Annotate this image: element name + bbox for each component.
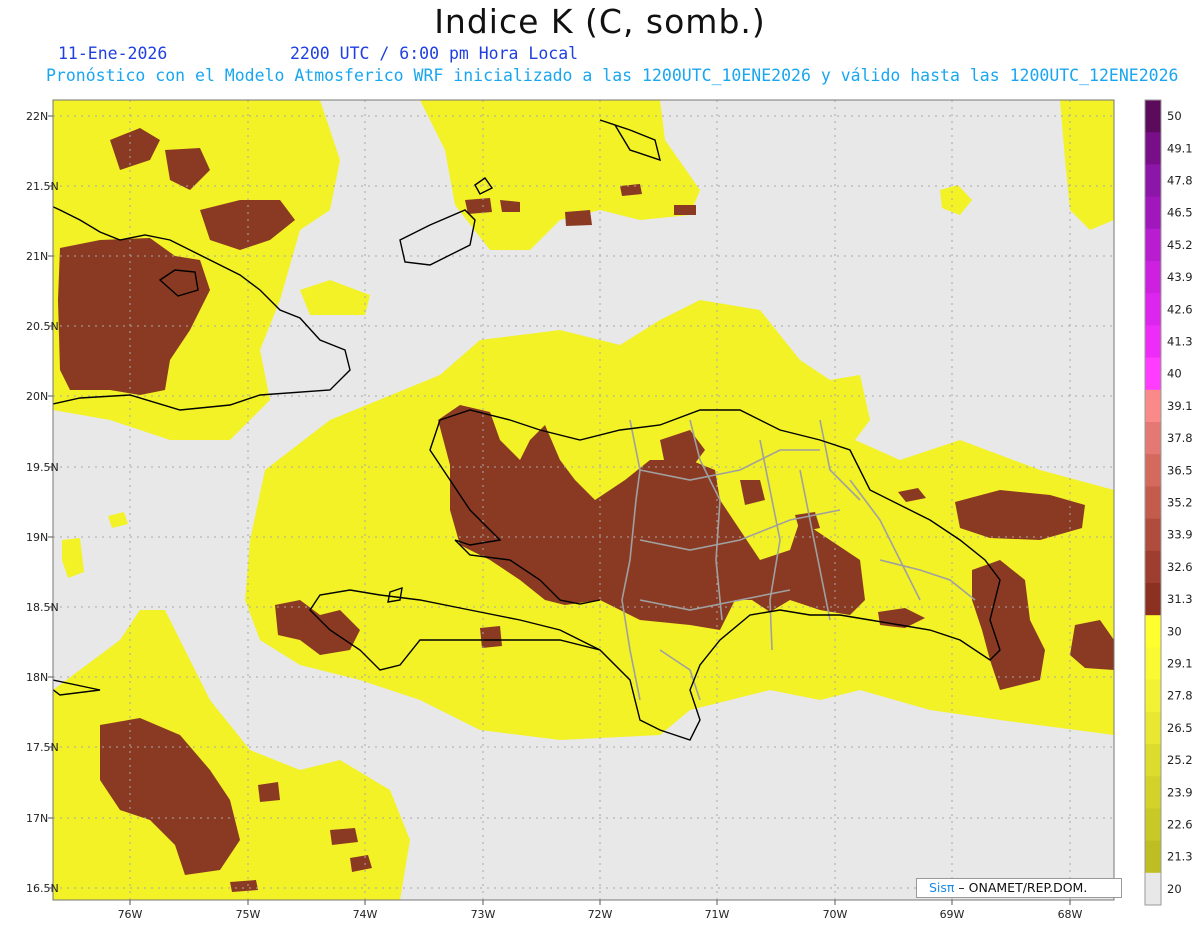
longitude-labels: 76W 75W 74W 73W 72W 71W 70W 69W 68W [118, 908, 1083, 921]
lat-label: 20.5N [26, 320, 59, 333]
lon-label: 72W [588, 908, 613, 921]
lat-label: 17.5N [26, 741, 59, 754]
colorbar-label: 41.3 [1167, 335, 1193, 349]
colorbar-swatch [1145, 132, 1161, 165]
lat-label: 21N [26, 250, 48, 263]
lat-label: 18.5N [26, 601, 59, 614]
lon-label: 70W [823, 908, 848, 921]
colorbar-swatch [1145, 808, 1161, 842]
colorbar-swatch [1145, 293, 1161, 326]
colorbar-swatch [1145, 454, 1161, 487]
colorbar-label: 36.5 [1167, 463, 1193, 477]
colorbar-swatch [1145, 679, 1161, 713]
colorbar-swatch [1145, 711, 1161, 745]
lat-label: 20N [26, 390, 48, 403]
colorbar-swatch [1145, 357, 1161, 391]
lat-label: 22N [26, 110, 48, 123]
colorbar-label: 33.9 [1167, 528, 1193, 542]
colorbar-swatch [1145, 615, 1161, 648]
colorbar-label: 23.9 [1167, 785, 1193, 799]
lat-label: 16.5N [26, 882, 59, 895]
lon-label: 69W [940, 908, 965, 921]
colorbar-label: 40 [1167, 367, 1182, 381]
colorbar-label: 30 [1167, 624, 1182, 638]
colorbar-swatch [1145, 840, 1161, 874]
colorbar-label: 49.1 [1167, 141, 1193, 155]
colorbar-label: 35.2 [1167, 496, 1193, 510]
colorbar-label: 47.8 [1167, 174, 1193, 188]
colorbar-label: 20 [1167, 882, 1182, 896]
colorbar-swatch [1145, 486, 1161, 520]
lat-label: 17N [26, 812, 48, 825]
lat-label: 18N [26, 671, 48, 684]
colorbar-label: 31.3 [1167, 592, 1193, 606]
colorbar-label: 22.6 [1167, 818, 1193, 832]
colorbar-label: 21.3 [1167, 850, 1193, 864]
colorbar-label: 46.5 [1167, 206, 1193, 220]
colorbar-swatch [1145, 325, 1161, 359]
lat-label: 21.5N [26, 180, 59, 193]
colorbar-label: 42.6 [1167, 302, 1193, 316]
lon-label: 76W [118, 908, 143, 921]
colorbar-swatch [1145, 518, 1161, 552]
colorbar-label: 25.2 [1167, 753, 1193, 767]
colorbar-swatch [1145, 776, 1161, 809]
colorbar-swatch [1145, 422, 1161, 455]
colorbar-swatch [1145, 261, 1161, 294]
lat-label: 19.5N [26, 461, 59, 474]
lat-label: 19N [26, 531, 48, 544]
colorbar-swatch [1145, 744, 1161, 777]
colorbar-swatch [1145, 550, 1161, 584]
credit-text: – ONAMET/REP.DOM. [954, 880, 1088, 895]
colorbar-label: 29.1 [1167, 657, 1193, 671]
lon-label: 73W [471, 908, 496, 921]
lon-label: 68W [1058, 908, 1083, 921]
sispi-logo: Sisπ [929, 880, 955, 895]
colorbar-swatch [1145, 196, 1161, 230]
colorbar-swatch [1145, 872, 1161, 906]
colorbar-label: 50 [1167, 109, 1182, 123]
colorbar-swatch [1145, 164, 1161, 198]
lon-label: 71W [705, 908, 730, 921]
colorbar-swatch [1145, 647, 1161, 681]
colorbar-swatch [1145, 228, 1161, 262]
colorbar-label: 37.8 [1167, 431, 1193, 445]
map-figure: 22N 21.5N 21N 20.5N 20N 19.5N 19N 18.5N … [26, 99, 1193, 921]
credit-box: Sisπ – ONAMET/REP.DOM. [916, 878, 1122, 898]
colorbar-label: 26.5 [1167, 721, 1193, 735]
colorbar-label: 27.8 [1167, 689, 1193, 703]
colorbar-label: 43.9 [1167, 270, 1193, 284]
colorbar-label: 39.1 [1167, 399, 1193, 413]
colorbar-swatch [1145, 583, 1161, 616]
colorbar: 50 49.1 47.8 46.5 45.2 43.9 42.6 41.3 40 39.1 37.8… [1144, 99, 1193, 906]
colorbar-swatch [1145, 389, 1161, 423]
colorbar-label: 45.2 [1167, 238, 1193, 252]
lon-label: 74W [353, 908, 378, 921]
lon-label: 75W [236, 908, 261, 921]
colorbar-swatch [1145, 100, 1161, 133]
colorbar-label: 32.6 [1167, 560, 1193, 574]
